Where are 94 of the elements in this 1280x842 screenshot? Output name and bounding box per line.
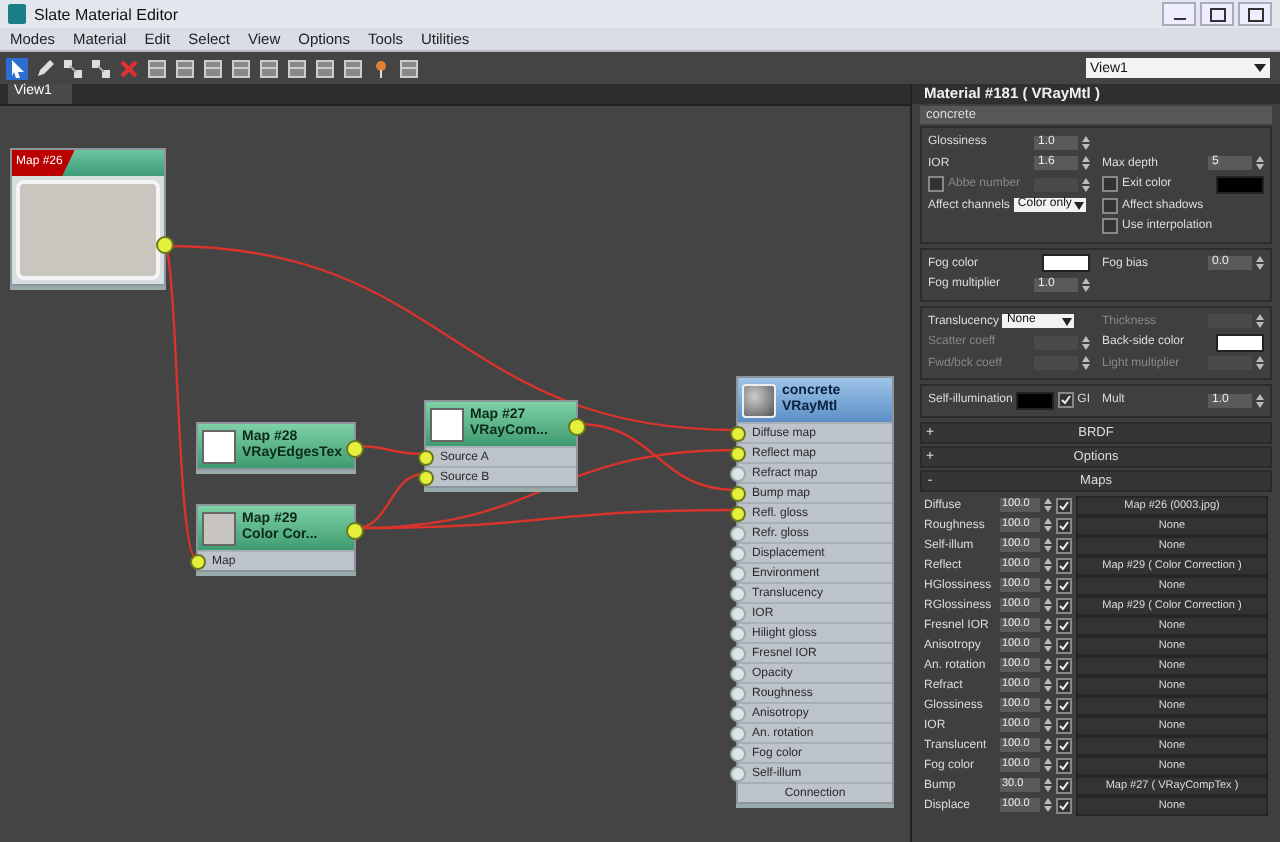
slot-port-icon[interactable] [730,725,746,741]
slot-port-icon[interactable] [730,765,746,781]
layout-icon[interactable] [174,57,196,79]
spinner-arrows-icon[interactable] [1044,518,1052,532]
spinner-arrows-icon[interactable] [1044,538,1052,552]
spinner-arrows-icon[interactable] [1044,758,1052,772]
spinner-arrows-icon[interactable] [1044,658,1052,672]
checkbox[interactable] [1056,797,1072,813]
checkbox[interactable] [1056,597,1072,613]
color-swatch[interactable] [1042,254,1090,273]
spinner-arrows-icon[interactable] [1044,598,1052,612]
select-arrow-icon[interactable] [6,57,28,79]
pin-icon[interactable] [370,57,392,79]
node-icon[interactable] [62,57,84,79]
checkbox[interactable] [1056,637,1072,653]
output-port[interactable] [346,522,364,540]
spinner-arrows-icon[interactable] [1044,638,1052,652]
pencil-icon[interactable] [34,57,56,79]
app-icon [8,4,26,24]
spinner-arrows-icon[interactable] [1044,738,1052,752]
color-swatch[interactable] [1216,175,1264,194]
texture-thumbnail [16,180,160,280]
caret-icon [1073,201,1084,210]
output-port[interactable] [156,236,174,254]
checkbox[interactable] [1056,697,1072,713]
spinner-arrows-icon[interactable] [1044,618,1052,632]
slot-port-icon[interactable] [730,685,746,701]
minimize-button[interactable] [1162,2,1196,26]
spinner-arrows-icon[interactable] [1082,135,1090,150]
layout-icon[interactable] [146,57,168,79]
slot-port-icon[interactable] [730,425,746,441]
spinner-arrows-icon[interactable] [1044,558,1052,572]
slot-port-icon[interactable] [730,485,746,501]
color-swatch[interactable] [1016,391,1054,410]
spinner-arrows-icon[interactable] [1256,393,1264,408]
spinner-arrows-icon[interactable] [1082,335,1090,350]
spinner-arrows-icon[interactable] [1044,678,1052,692]
checkbox[interactable] [1056,617,1072,633]
slot-port-icon[interactable] [730,585,746,601]
caret-icon [1062,317,1073,326]
checkbox[interactable] [1057,392,1074,409]
spinner-arrows-icon[interactable] [1082,356,1090,371]
spinner-arrows-icon[interactable] [1044,498,1052,512]
spinner-arrows-icon[interactable] [1044,698,1052,712]
checkbox[interactable] [1056,777,1072,793]
checkbox[interactable] [1056,577,1072,593]
checkbox[interactable] [1056,497,1072,513]
slot-port-icon[interactable] [730,445,746,461]
checkbox[interactable] [1056,537,1072,553]
checkbox[interactable] [1102,197,1118,214]
slot-port-icon[interactable] [730,645,746,661]
checkbox[interactable] [1102,218,1118,235]
slot-port-icon[interactable] [730,525,746,541]
slot-port-icon[interactable] [730,545,746,561]
spinner-arrows-icon[interactable] [1082,156,1090,171]
spinner-arrows-icon[interactable] [1044,578,1052,592]
slot-port-icon[interactable] [730,505,746,521]
spinner-arrows-icon[interactable] [1082,177,1090,192]
slot-port-icon[interactable] [418,469,434,485]
checkbox[interactable] [1056,717,1072,733]
spinner-arrows-icon[interactable] [1256,156,1264,171]
checkbox[interactable] [1056,757,1072,773]
spinner-arrows-icon[interactable] [1082,277,1090,292]
restore-button[interactable] [1200,2,1234,26]
slot-port-icon[interactable] [418,449,434,465]
slot-port-icon[interactable] [730,465,746,481]
checkbox[interactable] [1056,517,1072,533]
checkbox[interactable] [1056,677,1072,693]
slot-port-icon[interactable] [730,665,746,681]
slot-port-icon[interactable] [730,705,746,721]
window-title: Slate Material Editor [34,5,179,23]
spinner-arrows-icon[interactable] [1256,356,1264,371]
slot-port-icon[interactable] [730,565,746,581]
spinner-arrows-icon[interactable] [1256,314,1264,329]
checkbox[interactable] [1056,557,1072,573]
spinner-arrows-icon[interactable] [1044,778,1052,792]
node-icon[interactable] [90,57,112,79]
spinner-arrows-icon[interactable] [1044,718,1052,732]
node-canvas[interactable] [0,106,910,842]
output-port[interactable] [568,418,586,436]
material-node[interactable] [736,376,894,804]
slot-port-icon[interactable] [730,605,746,621]
color-swatch[interactable] [1216,333,1264,352]
maximize-button[interactable] [1238,2,1272,26]
slot-port-icon[interactable] [730,625,746,641]
checkbox[interactable] [1056,737,1072,753]
slot-port-icon[interactable] [730,745,746,761]
slot-port-icon[interactable] [190,553,206,569]
output-port[interactable] [346,440,364,458]
spinner-arrows-icon[interactable] [1256,256,1264,271]
spinner-arrows-icon[interactable] [1044,798,1052,812]
checkbox[interactable] [1102,176,1118,193]
caret-icon [1254,64,1266,72]
checkbox[interactable] [1056,657,1072,673]
